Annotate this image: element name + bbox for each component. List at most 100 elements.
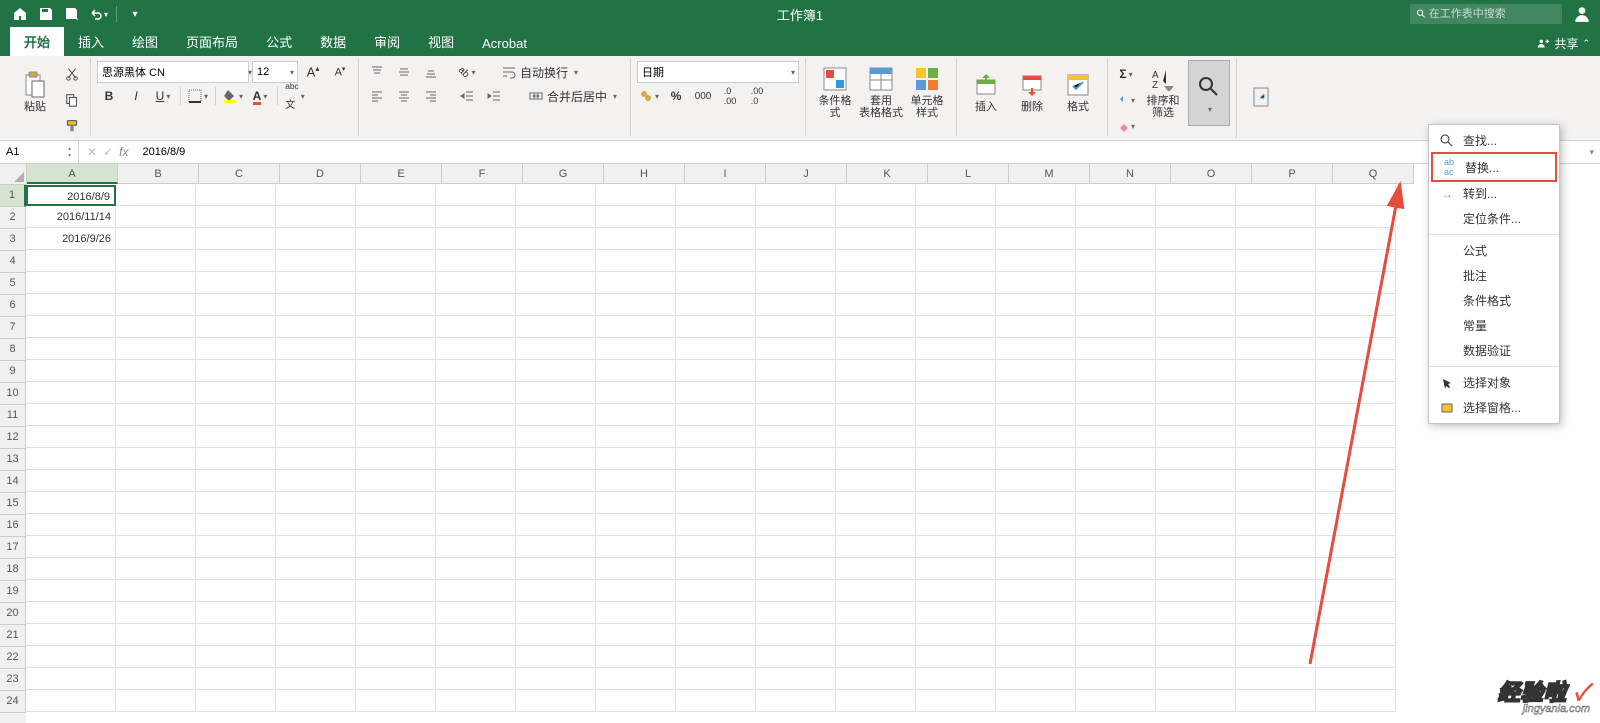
cell[interactable] bbox=[1236, 559, 1316, 580]
cell[interactable] bbox=[836, 559, 916, 580]
cell[interactable] bbox=[596, 647, 676, 668]
cell[interactable] bbox=[26, 251, 116, 272]
column-header[interactable]: Q bbox=[1333, 164, 1414, 184]
cell[interactable] bbox=[436, 493, 516, 514]
cell[interactable] bbox=[516, 493, 596, 514]
cell[interactable] bbox=[356, 383, 436, 404]
cell[interactable] bbox=[1156, 537, 1236, 558]
cell[interactable] bbox=[756, 251, 836, 272]
cell[interactable] bbox=[996, 361, 1076, 382]
cell[interactable] bbox=[116, 471, 196, 492]
row-header[interactable]: 11 bbox=[0, 405, 26, 427]
row-header[interactable]: 9 bbox=[0, 361, 26, 383]
cell[interactable] bbox=[996, 691, 1076, 712]
cell[interactable] bbox=[1076, 339, 1156, 360]
enter-formula-icon[interactable]: ✓ bbox=[103, 145, 113, 159]
cell[interactable] bbox=[1076, 449, 1156, 470]
customize-qat-icon[interactable]: ▾ bbox=[123, 2, 147, 26]
cell[interactable] bbox=[196, 185, 276, 206]
cell[interactable] bbox=[276, 383, 356, 404]
cell[interactable] bbox=[1156, 295, 1236, 316]
cell[interactable] bbox=[996, 537, 1076, 558]
cell[interactable] bbox=[596, 427, 676, 448]
border-button[interactable]: ▾ bbox=[186, 84, 210, 108]
share-button[interactable]: 共享 ⌃ bbox=[1526, 31, 1600, 56]
cell[interactable] bbox=[996, 273, 1076, 294]
cell[interactable] bbox=[1316, 361, 1396, 382]
cell[interactable] bbox=[196, 691, 276, 712]
cell[interactable] bbox=[996, 207, 1076, 228]
row-header[interactable]: 1 bbox=[0, 185, 26, 207]
cell[interactable] bbox=[1236, 647, 1316, 668]
cell[interactable] bbox=[26, 427, 116, 448]
cell[interactable] bbox=[996, 515, 1076, 536]
cell[interactable] bbox=[1076, 405, 1156, 426]
cell[interactable] bbox=[836, 691, 916, 712]
cell[interactable] bbox=[516, 669, 596, 690]
cell[interactable] bbox=[676, 537, 756, 558]
cell[interactable] bbox=[516, 295, 596, 316]
cell[interactable] bbox=[596, 207, 676, 228]
cell[interactable] bbox=[996, 427, 1076, 448]
number-format-combo[interactable]: ▾ bbox=[637, 61, 799, 83]
cell[interactable] bbox=[756, 647, 836, 668]
row-header[interactable]: 21 bbox=[0, 625, 26, 647]
cell[interactable] bbox=[116, 383, 196, 404]
cell[interactable] bbox=[276, 339, 356, 360]
cell[interactable] bbox=[596, 251, 676, 272]
cell[interactable] bbox=[676, 383, 756, 404]
cell[interactable] bbox=[116, 317, 196, 338]
row-header[interactable]: 6 bbox=[0, 295, 26, 317]
cell[interactable] bbox=[196, 295, 276, 316]
conditional-format-button[interactable]: 条件格式 bbox=[812, 60, 858, 124]
cell[interactable] bbox=[676, 317, 756, 338]
cell[interactable] bbox=[756, 493, 836, 514]
column-header[interactable]: K bbox=[847, 164, 928, 184]
cell[interactable] bbox=[1156, 449, 1236, 470]
cell[interactable] bbox=[996, 669, 1076, 690]
workbook-search[interactable] bbox=[1410, 4, 1562, 24]
cell[interactable] bbox=[276, 449, 356, 470]
cell[interactable] bbox=[436, 515, 516, 536]
cell[interactable]: 2016/8/9 bbox=[26, 185, 116, 206]
column-header[interactable]: L bbox=[928, 164, 1009, 184]
cell[interactable] bbox=[836, 317, 916, 338]
cell[interactable] bbox=[26, 537, 116, 558]
tab-formulas[interactable]: 公式 bbox=[252, 27, 306, 56]
cell[interactable] bbox=[116, 251, 196, 272]
cell[interactable] bbox=[996, 581, 1076, 602]
merge-center-button[interactable]: 合并后居中▾ bbox=[522, 84, 624, 108]
cell[interactable] bbox=[196, 317, 276, 338]
cell[interactable] bbox=[356, 449, 436, 470]
cell[interactable] bbox=[276, 251, 356, 272]
cell[interactable] bbox=[1316, 647, 1396, 668]
cell[interactable] bbox=[276, 537, 356, 558]
cell[interactable] bbox=[436, 185, 516, 206]
row-header[interactable]: 20 bbox=[0, 603, 26, 625]
cell[interactable] bbox=[116, 669, 196, 690]
cell[interactable] bbox=[1076, 295, 1156, 316]
cell[interactable] bbox=[276, 669, 356, 690]
cells-area[interactable]: 2016/8/92016/11/142016/9/26 bbox=[26, 185, 1600, 723]
row-header[interactable]: 16 bbox=[0, 515, 26, 537]
cell[interactable] bbox=[356, 581, 436, 602]
cell[interactable] bbox=[516, 559, 596, 580]
cell[interactable] bbox=[516, 581, 596, 602]
cell[interactable] bbox=[276, 625, 356, 646]
cell[interactable] bbox=[26, 625, 116, 646]
cell[interactable] bbox=[1316, 405, 1396, 426]
row-header[interactable]: 18 bbox=[0, 559, 26, 581]
cell[interactable] bbox=[516, 471, 596, 492]
cell[interactable] bbox=[596, 383, 676, 404]
cell[interactable] bbox=[1076, 317, 1156, 338]
fill-color-button[interactable]: ▾ bbox=[221, 84, 245, 108]
cut-button[interactable] bbox=[60, 62, 84, 86]
cell[interactable] bbox=[1316, 273, 1396, 294]
cell[interactable] bbox=[676, 185, 756, 206]
cell[interactable] bbox=[196, 449, 276, 470]
row-header[interactable]: 17 bbox=[0, 537, 26, 559]
tab-home[interactable]: 开始 bbox=[10, 27, 64, 56]
cell[interactable] bbox=[196, 339, 276, 360]
cell[interactable] bbox=[836, 427, 916, 448]
tab-review[interactable]: 审阅 bbox=[360, 27, 414, 56]
